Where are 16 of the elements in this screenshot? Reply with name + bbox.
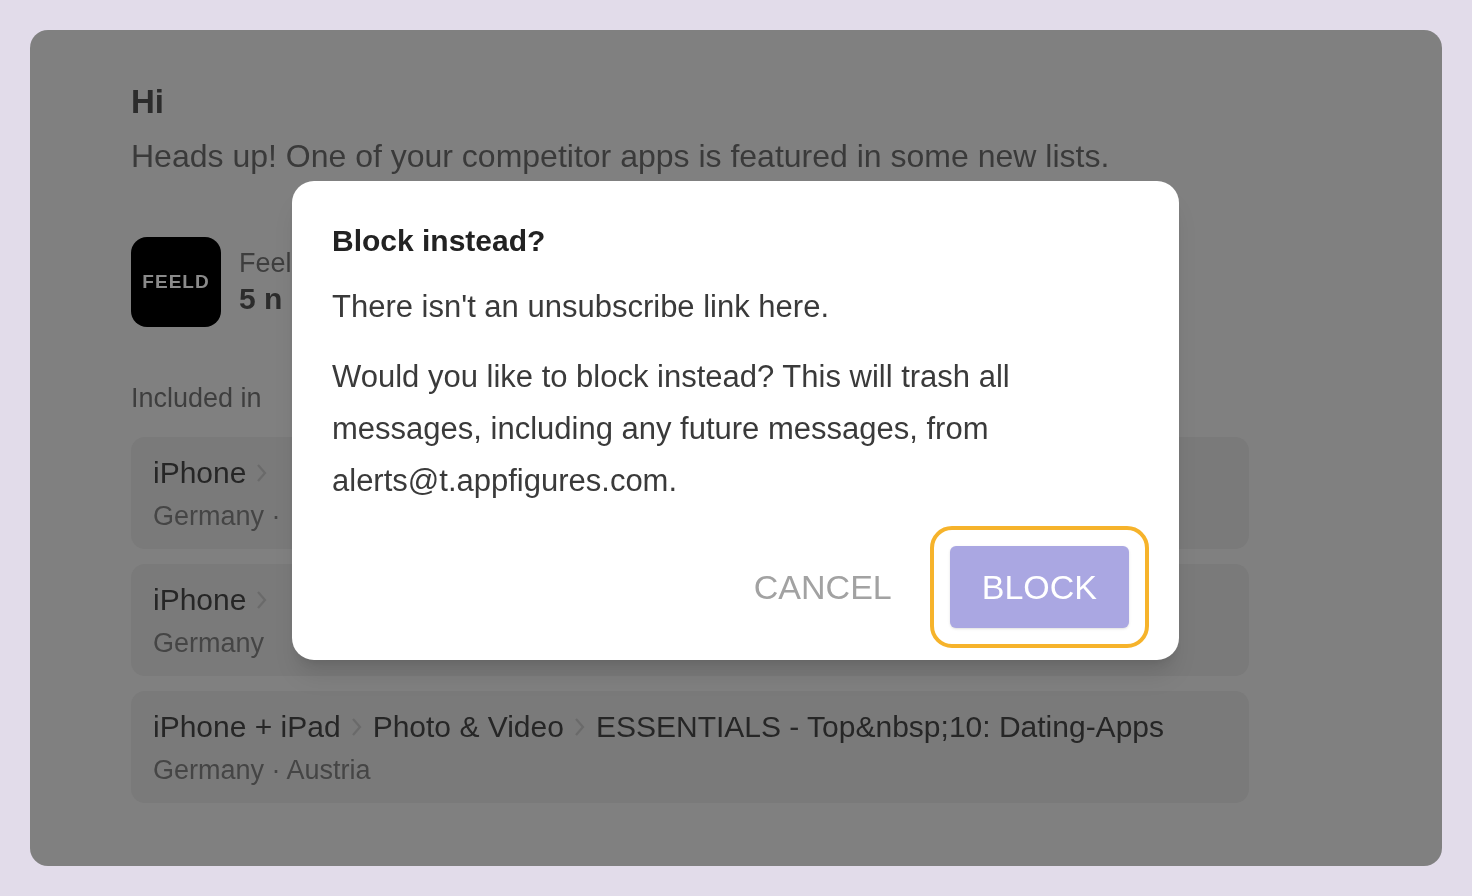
breadcrumb-text: iPhone bbox=[153, 582, 247, 618]
app-name: Feel bbox=[239, 247, 292, 280]
app-subtitle: 5 n bbox=[239, 281, 283, 317]
breadcrumb-text: iPhone bbox=[153, 455, 247, 491]
included-label: Included in bbox=[131, 382, 262, 415]
dialog-message: There isn't an unsubscribe link here. bbox=[332, 288, 830, 326]
breadcrumb-text: iPhone + iPad bbox=[153, 709, 341, 745]
app-logo: FEELD bbox=[131, 237, 221, 327]
cancel-button[interactable]: CANCEL bbox=[745, 546, 900, 628]
breadcrumb-text: ESSENTIALS - Top&nbsp;10: Dating-Apps bbox=[595, 709, 1164, 745]
dialog-title: Block instead? bbox=[332, 223, 546, 259]
block-button[interactable]: BLOCK bbox=[949, 546, 1129, 628]
breadcrumb-text: Photo & Video bbox=[372, 709, 564, 745]
intro-text: Heads up! One of your competitor apps is featured in some new lists. bbox=[131, 137, 1110, 176]
greeting-text: Hi bbox=[131, 82, 164, 122]
dialog-message: Would you like to block instead? This will trash all messages, including any future messages, from alerts@t.appfigures.com. bbox=[332, 358, 1011, 500]
